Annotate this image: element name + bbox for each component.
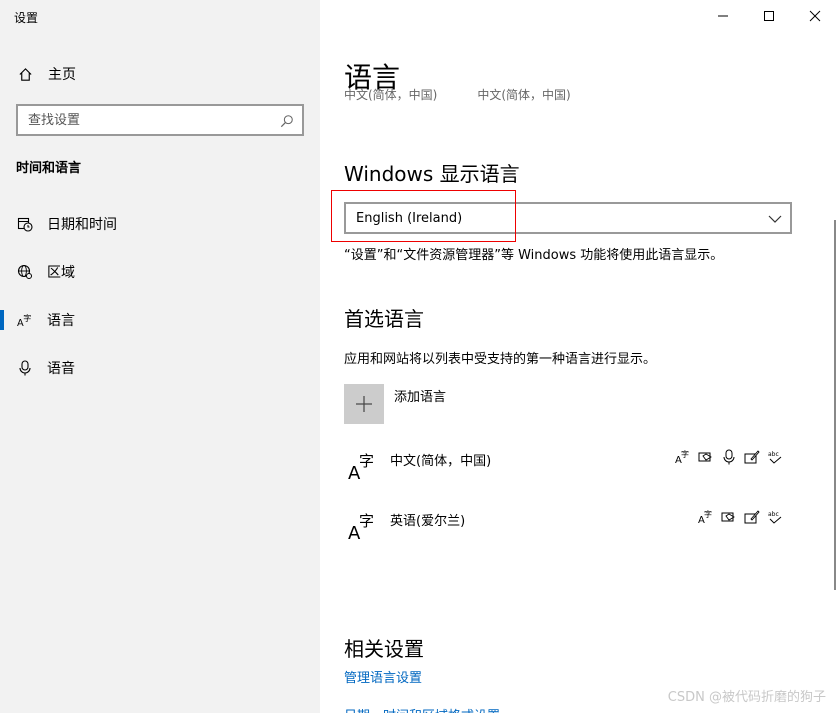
related-settings-heading: 相关设置 <box>344 637 424 661</box>
chevron-down-icon <box>768 209 782 228</box>
watermark: CSDN @被代码折磨的狗子 <box>667 690 826 705</box>
close-button[interactable] <box>792 0 838 32</box>
manage-language-settings-link[interactable]: 管理语言设置 <box>344 667 422 686</box>
minimize-button[interactable] <box>700 0 746 32</box>
app-title: 设置 <box>14 11 39 25</box>
display-language-icon: A字 <box>674 448 692 466</box>
plus-icon <box>344 384 384 424</box>
display-language-icon: A字 <box>697 508 715 526</box>
display-language-description: “设置”和“文件资源管理器”等 Windows 功能将使用此语言显示。 <box>344 248 724 263</box>
language-feature-icons: A字 abc <box>674 448 784 466</box>
language-icon: A字 <box>344 446 384 486</box>
home-icon <box>17 66 33 82</box>
sidebar: 设置 主页 时间和语言 日期和时间 区域 A字 语言 语音 <box>0 0 320 713</box>
clipped-language-row: 中文(简体，中国) 中文(简体，中国) <box>344 88 571 102</box>
main-content: 语言 中文(简体，中国) 中文(简体，中国) Windows 显示语言 Engli… <box>320 0 838 713</box>
clipped-text: 中文(简体，中国) <box>477 88 571 102</box>
maximize-icon <box>763 7 775 26</box>
display-language-dropdown[interactable]: English (Ireland) <box>344 202 792 234</box>
add-language-button[interactable]: 添加语言 <box>344 384 446 424</box>
svg-text:字: 字 <box>359 452 374 470</box>
search-box[interactable] <box>16 104 304 136</box>
globe-region-icon <box>17 264 33 280</box>
language-item-chinese[interactable]: A字 中文(简体，中国) A字 abc <box>344 446 784 496</box>
sidebar-item-label: 语音 <box>47 361 75 377</box>
nav-home[interactable]: 主页 <box>0 58 320 90</box>
sidebar-item-label: 日期和时间 <box>47 217 117 233</box>
display-language-heading: Windows 显示语言 <box>344 162 520 186</box>
svg-text:字: 字 <box>359 512 374 530</box>
sidebar-item-speech[interactable]: 语音 <box>0 350 320 386</box>
svg-text:abc: abc <box>768 451 779 458</box>
language-icon: A字 <box>344 506 384 546</box>
language-name: 中文(简体，中国) <box>390 454 492 469</box>
sidebar-item-date-time[interactable]: 日期和时间 <box>0 206 320 242</box>
nav-home-label: 主页 <box>48 67 76 83</box>
spellcheck-icon: abc <box>766 448 784 466</box>
close-icon <box>809 7 821 26</box>
sidebar-item-region[interactable]: 区域 <box>0 254 320 290</box>
svg-text:字: 字 <box>23 313 31 323</box>
sidebar-section-header: 时间和语言 <box>16 161 82 176</box>
maximize-button[interactable] <box>746 0 792 32</box>
calendar-clock-icon <box>17 216 33 232</box>
speech-icon <box>697 448 715 466</box>
clipped-text: 中文(简体，中国) <box>344 88 438 102</box>
handwriting-icon <box>743 448 761 466</box>
add-language-label: 添加语言 <box>394 390 447 405</box>
language-feature-icons: A字 abc <box>697 508 784 526</box>
svg-text:字: 字 <box>704 509 712 519</box>
display-language-value: English (Ireland) <box>356 210 463 226</box>
search-input[interactable] <box>28 112 280 128</box>
scrollbar[interactable] <box>834 220 836 590</box>
svg-text:abc: abc <box>768 511 779 518</box>
language-name: 英语(爱尔兰) <box>390 514 466 529</box>
minimize-icon <box>717 7 729 26</box>
sidebar-item-label: 语言 <box>47 313 75 329</box>
sidebar-item-label: 区域 <box>47 265 75 281</box>
sidebar-item-language[interactable]: A字 语言 <box>0 302 320 338</box>
svg-text:字: 字 <box>681 449 689 459</box>
speech-icon <box>720 508 738 526</box>
spellcheck-icon: abc <box>766 508 784 526</box>
language-item-english-ireland[interactable]: A字 英语(爱尔兰) A字 abc <box>344 506 784 556</box>
preferred-languages-description: 应用和网站将以列表中受支持的第一种语言进行显示。 <box>344 352 657 367</box>
preferred-languages-heading: 首选语言 <box>344 307 424 331</box>
date-time-region-format-link[interactable]: 日期、时间和区域格式设置 <box>344 705 500 713</box>
microphone-icon <box>17 360 33 376</box>
language-icon: A字 <box>17 312 33 328</box>
search-icon[interactable] <box>280 113 294 128</box>
handwriting-icon <box>743 508 761 526</box>
microphone-icon <box>720 448 738 466</box>
